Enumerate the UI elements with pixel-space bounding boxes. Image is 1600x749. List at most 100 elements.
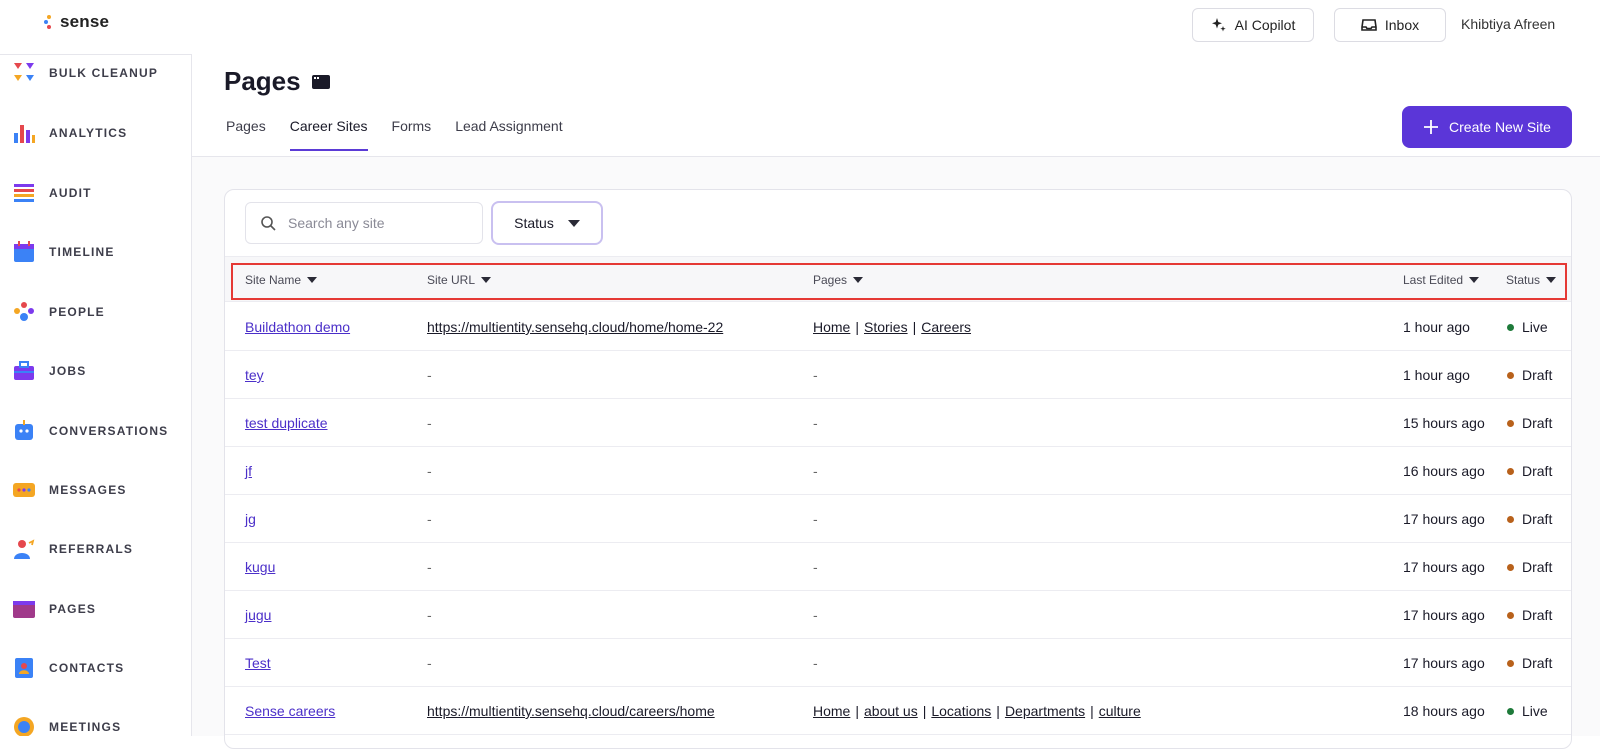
site-url-empty: -: [427, 367, 432, 383]
sidebar-item-pages[interactable]: PAGES: [0, 589, 191, 629]
sidebar-item-audit[interactable]: AUDIT: [0, 173, 191, 213]
status-label: Draft: [1522, 511, 1553, 527]
tab-pages[interactable]: Pages: [226, 110, 266, 148]
page-link[interactable]: Stories: [864, 319, 908, 335]
status-label: Live: [1522, 703, 1548, 719]
sense-logo[interactable]: sense: [44, 12, 109, 32]
ai-copilot-label: AI Copilot: [1234, 17, 1296, 33]
site-url-cell: -: [427, 511, 432, 527]
sidebar-item-label: AUDIT: [49, 186, 92, 200]
table-row: test duplicate - - 15 hours ago Draft: [225, 399, 1571, 447]
pages-cell: -: [813, 607, 818, 623]
site-name-link[interactable]: jg: [245, 511, 256, 527]
status-filter-dropdown[interactable]: Status: [491, 201, 603, 245]
column-header-last-edited[interactable]: Last Edited: [1403, 273, 1480, 287]
sidebar-item-contacts[interactable]: CONTACTS: [0, 648, 191, 688]
site-name-link[interactable]: Test: [245, 655, 271, 671]
page-tabs: Pages Career Sites Forms Lead Assignment: [226, 110, 587, 151]
pages-empty: -: [813, 607, 818, 623]
search-box[interactable]: [245, 202, 483, 244]
user-name[interactable]: Khibtiya Afreen: [1461, 16, 1555, 32]
page-link[interactable]: culture: [1099, 703, 1141, 719]
site-name-cell: jf: [245, 463, 252, 479]
table-row: jf - - 16 hours ago Draft: [225, 447, 1571, 495]
sort-caret-icon: [481, 277, 492, 283]
site-url-link[interactable]: https://multientity.sensehq.cloud/career…: [427, 703, 715, 719]
pages-separator: |: [855, 703, 859, 719]
site-url-empty: -: [427, 415, 432, 431]
site-name-cell: jugu: [245, 607, 271, 623]
tab-career-sites[interactable]: Career Sites: [289, 110, 368, 151]
page-title: Pages: [224, 66, 331, 97]
sidebar-item-timeline[interactable]: TIMELINE: [0, 232, 191, 272]
site-name-link[interactable]: jf: [245, 463, 252, 479]
search-input[interactable]: [288, 215, 468, 231]
pages-empty: -: [813, 415, 818, 431]
status-cell: Draft: [1507, 511, 1552, 527]
site-name-cell: kugu: [245, 559, 275, 575]
pages-cell: -: [813, 463, 818, 479]
column-header-status[interactable]: Status: [1506, 273, 1557, 287]
sidebar-item-label: CONVERSATIONS: [49, 424, 169, 438]
plus-icon: [1424, 120, 1439, 134]
site-name-cell: Test: [245, 655, 271, 671]
page-link[interactable]: Careers: [921, 319, 971, 335]
status-label: Live: [1522, 319, 1548, 335]
meetings-icon: [14, 717, 34, 736]
sidebar-item-label: REFERRALS: [49, 542, 134, 556]
site-url-cell: -: [427, 559, 432, 575]
sidebar-item-bulk-cleanup[interactable]: BULK CLEANUP: [0, 55, 191, 93]
last-edited-cell: 17 hours ago: [1403, 559, 1485, 575]
ai-copilot-button[interactable]: AI Copilot: [1192, 8, 1314, 42]
site-name-cell: tey: [245, 367, 264, 383]
last-edited-cell: 17 hours ago: [1403, 607, 1485, 623]
site-name-link[interactable]: test duplicate: [245, 415, 328, 431]
sidebar-item-people[interactable]: PEOPLE: [0, 292, 191, 332]
table-row: jg - - 17 hours ago Draft: [225, 495, 1571, 543]
tab-forms[interactable]: Forms: [392, 110, 432, 148]
sidebar-item-referrals[interactable]: REFERRALS: [0, 529, 191, 569]
page-link[interactable]: Home: [813, 319, 850, 335]
sidebar-item-conversations[interactable]: CONVERSATIONS: [0, 411, 191, 451]
site-name-link[interactable]: Sense careers: [245, 703, 335, 719]
create-new-site-button[interactable]: Create New Site: [1402, 106, 1572, 148]
page-link[interactable]: Departments: [1005, 703, 1085, 719]
sidebar-item-messages[interactable]: MESSAGES: [0, 470, 191, 510]
table-row: tey - - 1 hour ago Draft: [225, 351, 1571, 399]
sidebar-item-jobs[interactable]: JOBS: [0, 351, 191, 391]
page-link[interactable]: Home: [813, 703, 850, 719]
caret-down-icon: [567, 219, 580, 227]
page-link[interactable]: Locations: [931, 703, 991, 719]
pages-icon: [13, 601, 35, 618]
sidebar-item-label: TIMELINE: [49, 245, 115, 259]
site-name-link[interactable]: kugu: [245, 559, 275, 575]
tab-lead-assignment[interactable]: Lead Assignment: [455, 110, 562, 148]
messages-icon: [13, 483, 35, 497]
status-filter-label: Status: [514, 215, 554, 231]
table-row: jugu - - 17 hours ago Draft: [225, 591, 1571, 639]
inbox-button[interactable]: Inbox: [1334, 8, 1446, 42]
site-name-link[interactable]: Buildathon demo: [245, 319, 350, 335]
column-header-site-url[interactable]: Site URL: [427, 273, 492, 287]
pages-empty: -: [813, 511, 818, 527]
site-name-link[interactable]: jugu: [245, 607, 271, 623]
people-icon: [14, 302, 34, 321]
column-header-site-name[interactable]: Site Name: [245, 273, 318, 287]
site-name-link[interactable]: tey: [245, 367, 264, 383]
sidebar-item-meetings[interactable]: MEETINGS: [0, 707, 191, 736]
status-label: Draft: [1522, 655, 1553, 671]
status-cell: Draft: [1507, 559, 1552, 575]
pages-cell: -: [813, 367, 818, 383]
pages-empty: -: [813, 463, 818, 479]
site-url-link[interactable]: https://multientity.sensehq.cloud/home/h…: [427, 319, 723, 335]
table-row: Sense careers https://multientity.sensehq…: [225, 687, 1571, 735]
last-edited-cell: 16 hours ago: [1403, 463, 1485, 479]
column-header-label: Status: [1506, 273, 1541, 287]
column-header-pages[interactable]: Pages: [813, 273, 864, 287]
logo-text: sense: [60, 12, 110, 31]
pages-separator: |: [1090, 703, 1094, 719]
draft-status-dot-icon: [1507, 515, 1514, 523]
sidebar-item-analytics[interactable]: ANALYTICS: [0, 113, 191, 153]
page-link[interactable]: about us: [864, 703, 918, 719]
status-label: Draft: [1522, 367, 1553, 383]
